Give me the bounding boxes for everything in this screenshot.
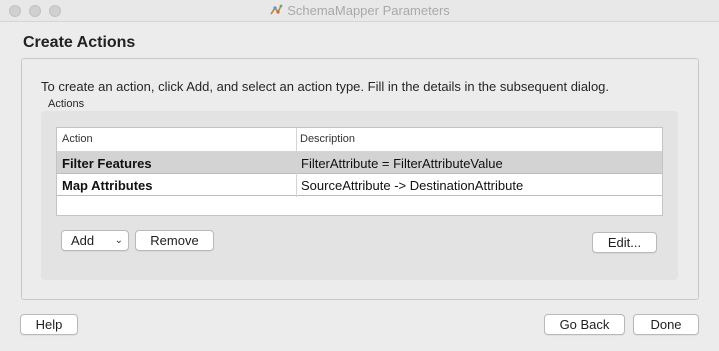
table-row[interactable]: Filter Features FilterAttribute = Filter… — [57, 152, 662, 174]
table-header: Action Description — [57, 128, 662, 152]
table-row[interactable]: Map Attributes SourceAttribute -> Destin… — [57, 174, 662, 196]
column-header-action[interactable]: Action — [62, 133, 93, 145]
help-button[interactable]: Help — [20, 314, 78, 335]
edit-button[interactable]: Edit... — [592, 232, 657, 253]
add-button-label: Add — [71, 233, 95, 248]
action-cell: Map Attributes — [62, 178, 153, 193]
description-cell: FilterAttribute = FilterAttributeValue — [301, 156, 503, 171]
column-divider — [296, 128, 297, 197]
actions-table: Action Description Filter Features Filte… — [56, 127, 663, 216]
column-header-description[interactable]: Description — [300, 133, 355, 145]
title-bar[interactable]: SchemaMapper Parameters — [0, 0, 719, 22]
add-action-dropdown-button[interactable]: Add ⌄ — [61, 230, 129, 251]
window-title-group: SchemaMapper Parameters — [0, 3, 719, 20]
go-back-button[interactable]: Go Back — [544, 314, 625, 335]
dialog-window: SchemaMapper Parameters Create Actions T… — [0, 0, 719, 351]
action-cell: Filter Features — [62, 156, 152, 171]
instruction-text: To create an action, click Add, and sele… — [41, 79, 610, 94]
window-title: SchemaMapper Parameters — [287, 3, 450, 18]
done-button[interactable]: Done — [633, 314, 699, 335]
actions-group-label: Actions — [48, 98, 85, 110]
fme-app-icon — [269, 4, 283, 20]
description-cell: SourceAttribute -> DestinationAttribute — [301, 178, 524, 193]
page-title: Create Actions — [23, 34, 136, 51]
remove-button[interactable]: Remove — [135, 230, 214, 251]
chevron-down-icon: ⌄ — [114, 235, 123, 246]
